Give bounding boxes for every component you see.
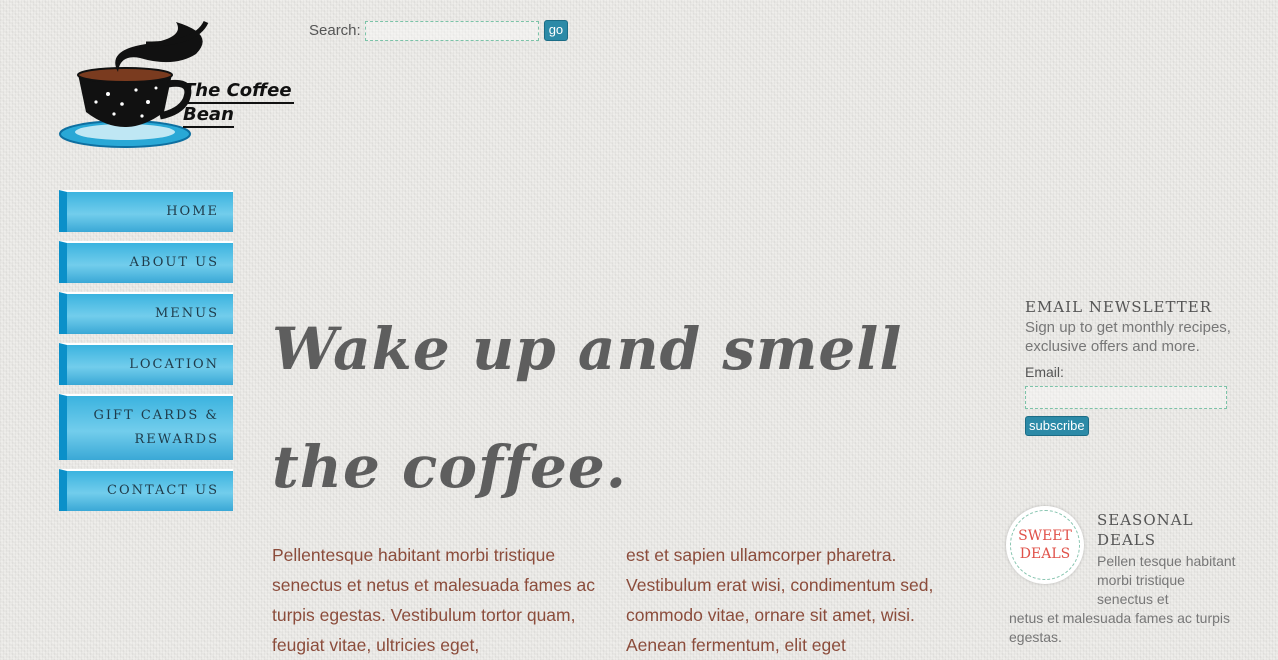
nav-item-home[interactable]: HOME xyxy=(59,190,233,232)
seasonal-deals-text-continued: netus et malesuada fames ac turpis egest… xyxy=(1009,610,1231,645)
coffee-bean-logo[interactable]: The Coffee Bean xyxy=(56,14,296,154)
email-label: Email: xyxy=(1025,364,1064,380)
nav-item-location[interactable]: LOCATION xyxy=(59,343,233,385)
logo-text-line1: The Coffee xyxy=(183,80,294,104)
nav-item-gift-cards-rewards[interactable]: GIFT CARDS & REWARDS xyxy=(59,394,233,460)
body-text-column-2: est et sapien ullamcorper pharetra. Vest… xyxy=(626,545,934,655)
go-button[interactable]: go xyxy=(543,20,569,41)
seasonal-deals-title: SEASONAL DEALS xyxy=(1097,511,1194,549)
logo-text-line2: Bean xyxy=(183,104,234,128)
nav-item-about-us[interactable]: ABOUT US xyxy=(59,241,233,283)
newsletter-title: EMAIL NEWSLETTER xyxy=(1025,298,1213,316)
sweet-deals-badge-text: SWEET DEALS xyxy=(1010,510,1080,580)
email-field[interactable] xyxy=(1025,386,1227,409)
main-nav: HOME ABOUT US MENUS LOCATION GIFT CARDS … xyxy=(59,190,233,520)
search-label: Search: xyxy=(309,22,361,39)
body-text-column-1: Pellentesque habitant morbi tristique se… xyxy=(272,545,595,655)
newsletter-text: Sign up to get monthly recipes, exclusiv… xyxy=(1025,319,1231,355)
sweet-deals-badge[interactable]: SWEET DEALS xyxy=(1006,506,1084,584)
nav-item-menus[interactable]: MENUS xyxy=(59,292,233,334)
nav-item-contact-us[interactable]: CONTACT US xyxy=(59,469,233,511)
seasonal-deals-text: Pellen tesque habitant morbi tristique s… xyxy=(1097,553,1236,607)
subscribe-button[interactable]: subscribe xyxy=(1025,416,1089,436)
search-bar: Search: go xyxy=(309,20,569,41)
email-newsletter: EMAIL NEWSLETTER Sign up to get monthly … xyxy=(1025,298,1245,436)
search-input[interactable] xyxy=(364,20,539,41)
hero-title: Wake up and smell the coffee. xyxy=(272,315,903,501)
